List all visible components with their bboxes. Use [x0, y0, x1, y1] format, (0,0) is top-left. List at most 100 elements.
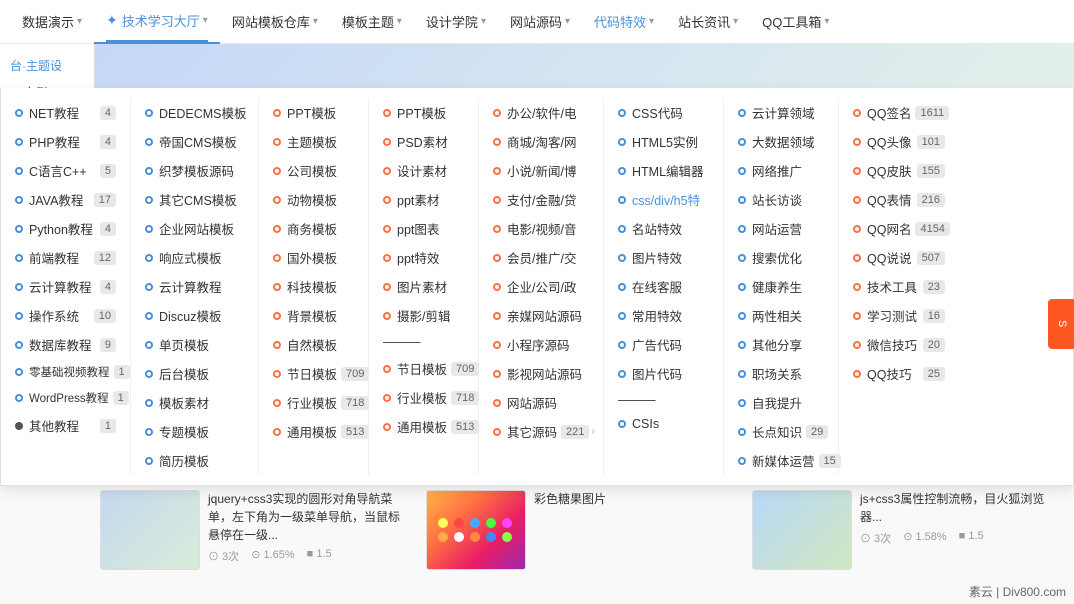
menu-ops[interactable]: 网站运营: [732, 214, 830, 243]
menu-self-improve[interactable]: 自我提升: [732, 388, 830, 417]
menu-ppt2[interactable]: PPT模板: [377, 98, 470, 127]
menu-dreamcms[interactable]: 织梦模板源码: [139, 156, 250, 185]
menu-interview[interactable]: 站长访谈: [732, 185, 830, 214]
menu-othercms[interactable]: 其它CMS模板: [139, 185, 250, 214]
menu-miniapp[interactable]: 小程序源码: [487, 330, 595, 359]
menu-office[interactable]: 办公/软件/电: [487, 98, 595, 127]
menu-career[interactable]: 职场关系: [732, 359, 830, 388]
right-float-button[interactable]: S: [1048, 299, 1074, 349]
menu-responsive[interactable]: 响应式模板: [139, 243, 250, 272]
menu-psd[interactable]: PSD素材: [377, 127, 470, 156]
menu-java[interactable]: JAVA教程 17: [9, 185, 122, 214]
menu-ppt-effect[interactable]: ppt特效: [377, 243, 470, 272]
menu-novel[interactable]: 小说/新闻/博: [487, 156, 595, 185]
menu-foreign[interactable]: 国外模板: [267, 243, 360, 272]
menu-qq-sig[interactable]: QQ签名 1611: [847, 98, 951, 127]
menu-media[interactable]: 亲媒网站源码: [487, 301, 595, 330]
menu-nature[interactable]: 自然模板: [267, 330, 360, 359]
menu-design-material[interactable]: 设计素材: [377, 156, 470, 185]
menu-cssdiv[interactable]: css/div/h5特: [612, 185, 715, 214]
menu-finance[interactable]: 支付/金融/贷: [487, 185, 595, 214]
menu-ppt[interactable]: PPT模板: [267, 98, 360, 127]
menu-template-material[interactable]: 模板素材: [139, 388, 250, 417]
menu-frontend[interactable]: 前端教程 12: [9, 243, 122, 272]
menu-shop[interactable]: 商城/淘客/网: [487, 127, 595, 156]
menu-c[interactable]: C语言C++ 5: [9, 156, 122, 185]
nav-item-effects[interactable]: 代码特效 ▾: [582, 0, 666, 44]
side-item-themes[interactable]: 台·主题设: [0, 52, 94, 79]
menu-qq-emotion[interactable]: QQ表情 216: [847, 185, 951, 214]
menu-corp[interactable]: 企业/公司/政: [487, 272, 595, 301]
menu-gender[interactable]: 两性相关: [732, 301, 830, 330]
menu-tech[interactable]: 科技模板: [267, 272, 360, 301]
menu-bigdata[interactable]: 大数据领域: [732, 127, 830, 156]
nav-item-templates[interactable]: 网站模板仓库 ▾: [220, 0, 330, 44]
menu-dicms[interactable]: 帝国CMS模板: [139, 127, 250, 156]
menu-cloud-domain[interactable]: 云计算领域: [732, 98, 830, 127]
menu-online-service[interactable]: 在线客服: [612, 272, 715, 301]
menu-share[interactable]: 其他分享: [732, 330, 830, 359]
menu-general2[interactable]: 通用模板 513: [377, 412, 470, 441]
menu-theme[interactable]: 主题模板: [267, 127, 360, 156]
menu-csis[interactable]: CSIs: [612, 412, 715, 436]
menu-animal[interactable]: 动物模板: [267, 185, 360, 214]
menu-net[interactable]: NET教程 4: [9, 98, 122, 127]
menu-php[interactable]: PHP教程 4: [9, 127, 122, 156]
menu-video2[interactable]: 电影/视频/音: [487, 214, 595, 243]
menu-ppt-chart[interactable]: ppt图表: [377, 214, 470, 243]
menu-general[interactable]: 通用模板 513: [267, 417, 360, 446]
menu-industry[interactable]: 行业模板 718: [267, 388, 360, 417]
menu-bg[interactable]: 背景模板: [267, 301, 360, 330]
menu-network[interactable]: 网络推广: [732, 156, 830, 185]
menu-qq-say[interactable]: QQ说说 507: [847, 243, 951, 272]
menu-qq-skin[interactable]: QQ皮肤 155: [847, 156, 951, 185]
menu-single[interactable]: 单页模板: [139, 330, 250, 359]
menu-company[interactable]: 公司模板: [267, 156, 360, 185]
menu-website[interactable]: 网站源码: [487, 388, 595, 417]
menu-dedecms[interactable]: DEDECMS模板: [139, 98, 250, 127]
menu-special[interactable]: 专题模板: [139, 417, 250, 446]
menu-qq-trick[interactable]: QQ技巧 25: [847, 359, 951, 388]
menu-enterprise[interactable]: 企业网站模板: [139, 214, 250, 243]
menu-business[interactable]: 商务模板: [267, 214, 360, 243]
menu-festival2[interactable]: 节日模板 709: [377, 354, 470, 383]
menu-site-effect[interactable]: 名站特效: [612, 214, 715, 243]
menu-other-tutorial[interactable]: 其他教程 1: [9, 411, 122, 440]
nav-item-data[interactable]: 数据演示 ▾: [10, 0, 94, 44]
nav-item-learning[interactable]: ✦ 技术学习大厅 ▾: [94, 0, 220, 44]
menu-img-material[interactable]: 图片素材: [377, 272, 470, 301]
menu-common-effect[interactable]: 常用特效: [612, 301, 715, 330]
nav-item-design[interactable]: 设计学院 ▾: [414, 0, 498, 44]
menu-other-source[interactable]: 其它源码 221 ›: [487, 417, 595, 446]
menu-wechat[interactable]: 微信技巧 20: [847, 330, 951, 359]
menu-tech-tools[interactable]: 技术工具 23: [847, 272, 951, 301]
menu-member[interactable]: 会员/推广/交: [487, 243, 595, 272]
nav-item-qq[interactable]: QQ工具箱 ▾: [750, 0, 841, 44]
menu-learn-test[interactable]: 学习测试 16: [847, 301, 951, 330]
menu-cloud[interactable]: 云计算教程 4: [9, 272, 122, 301]
menu-resume[interactable]: 简历模板: [139, 446, 250, 475]
menu-video[interactable]: 零基础视频教程 1: [9, 359, 122, 385]
menu-css[interactable]: CSS代码: [612, 98, 715, 127]
menu-html5[interactable]: HTML5实例: [612, 127, 715, 156]
nav-item-source[interactable]: 网站源码 ▾: [498, 0, 582, 44]
menu-img-effect[interactable]: 图片特效: [612, 243, 715, 272]
menu-qq-avatar[interactable]: QQ头像 101: [847, 127, 951, 156]
menu-img-code[interactable]: 图片代码: [612, 359, 715, 388]
menu-qq-name[interactable]: QQ网名 4154: [847, 214, 951, 243]
menu-video-site[interactable]: 影视网站源码: [487, 359, 595, 388]
nav-item-themes[interactable]: 模板主题 ▾: [330, 0, 414, 44]
menu-discuz[interactable]: Discuz模板: [139, 301, 250, 330]
menu-knowledge[interactable]: 长点知识 29: [732, 417, 830, 446]
menu-cloud2[interactable]: 云计算教程: [139, 272, 250, 301]
menu-ad-code[interactable]: 广告代码: [612, 330, 715, 359]
menu-photo[interactable]: 摄影/剪辑: [377, 301, 470, 330]
menu-db[interactable]: 数据库教程 9: [9, 330, 122, 359]
menu-industry2[interactable]: 行业模板 718: [377, 383, 470, 412]
nav-item-news[interactable]: 站长资讯 ▾: [666, 0, 750, 44]
menu-festival[interactable]: 节日模板 709: [267, 359, 360, 388]
menu-health[interactable]: 健康养生: [732, 272, 830, 301]
menu-ppt-material[interactable]: ppt素材: [377, 185, 470, 214]
menu-newmedia[interactable]: 新媒体运营 15: [732, 446, 830, 475]
menu-seo[interactable]: 搜索优化: [732, 243, 830, 272]
